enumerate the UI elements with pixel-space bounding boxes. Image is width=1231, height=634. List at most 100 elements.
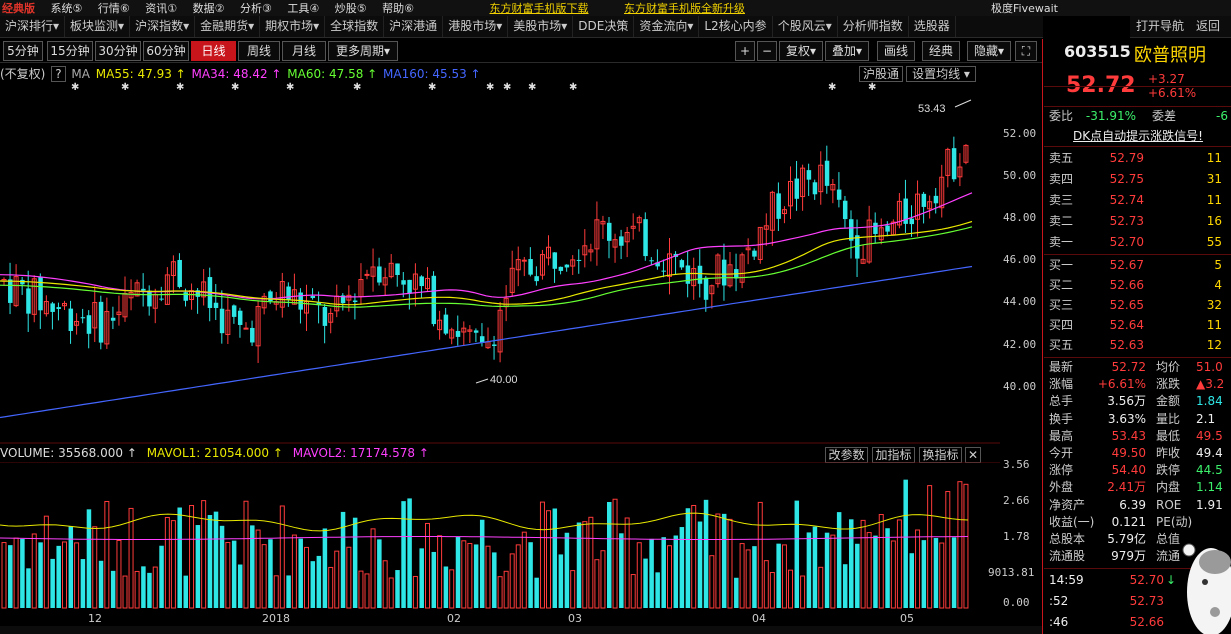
volume-bar	[685, 508, 691, 608]
menu-item[interactable]: 系统⑤	[45, 0, 89, 16]
period-daily[interactable]: 日线	[191, 41, 236, 61]
period-weekly[interactable]: 周线	[238, 41, 280, 61]
help-icon[interactable]: ?	[51, 66, 66, 82]
volume-bar	[612, 498, 618, 609]
volume-tick: 2.66	[1003, 494, 1030, 507]
period-30min[interactable]: 30分钟	[95, 41, 141, 61]
nav-item[interactable]: 资金流向▾	[634, 16, 700, 37]
bid-label: 买五	[1049, 338, 1074, 352]
period-monthly[interactable]: 月线	[282, 41, 326, 61]
bid-level[interactable]: 买三 52.65 32	[1044, 296, 1231, 314]
period-5min[interactable]: 5分钟	[3, 41, 43, 61]
bid-level[interactable]: 买四 52.64 11	[1044, 316, 1231, 334]
nav-item[interactable]: 全球指数	[325, 16, 385, 37]
volume-bar	[927, 485, 933, 609]
nav-item[interactable]: 金融期货▾	[195, 16, 261, 37]
zoom-out-button[interactable]: −	[757, 41, 777, 61]
nav-item[interactable]: 美股市场▾	[508, 16, 574, 37]
candle-body	[431, 275, 437, 325]
stat-label: 总股本	[1049, 532, 1086, 546]
bid-level[interactable]: 买五 52.63 12	[1044, 336, 1231, 354]
nav-item[interactable]: 期权市场▾	[260, 16, 326, 37]
separator	[1044, 357, 1231, 358]
volume-bar	[38, 542, 43, 608]
candle-body	[183, 292, 188, 301]
candle-body	[836, 189, 842, 200]
nav-item[interactable]: L2核心内参	[699, 16, 773, 37]
ask-level[interactable]: 卖五 52.79 11	[1044, 149, 1231, 167]
menu-item[interactable]: 分析③	[234, 0, 278, 16]
menu-item[interactable]: 帮助⑥	[376, 0, 420, 16]
candle-body	[50, 303, 55, 312]
adjust-dropdown[interactable]: 复权▾	[779, 41, 823, 61]
candlestick-chart[interactable]: ✱ ✱ ✱ ✱ ✱ ✱ ✱ ✱ ✱ ✱ ✱ ✱ ✱ 53.43 40.00	[0, 82, 1000, 444]
promo-link[interactable]: 东方财富手机版全新升级	[618, 0, 751, 16]
ma-settings-button[interactable]: 设置均线 ▾	[906, 66, 976, 82]
nav-item[interactable]: 分析师指数	[838, 16, 909, 37]
nav-item[interactable]: DDE决策	[573, 16, 635, 37]
volume-chart[interactable]	[0, 462, 1000, 610]
indicator-tab-bar[interactable]	[0, 626, 1043, 634]
period-15min[interactable]: 15分钟	[47, 41, 93, 61]
volume-bar	[909, 553, 914, 608]
nav-item[interactable]: 沪深排行▾	[0, 16, 66, 37]
bid-level[interactable]: 买一 52.67 5	[1044, 256, 1231, 274]
date-tick: 04	[752, 612, 766, 625]
stat-value-2: 51.0	[1196, 360, 1223, 374]
menu-item[interactable]: 炒股⑤	[329, 0, 373, 16]
volume-bar	[885, 528, 890, 608]
ask-level[interactable]: 卖二 52.73 16	[1044, 212, 1231, 230]
stat-value: 53.43	[1111, 428, 1146, 443]
ask-level[interactable]: 卖三 52.74 11	[1044, 191, 1231, 209]
nav-item[interactable]: 沪深指数▾	[130, 16, 196, 37]
nav-item[interactable]: 板块监测▾	[65, 16, 131, 37]
ask-level[interactable]: 卖四 52.75 31	[1044, 170, 1231, 188]
switch-indicator-button[interactable]: 换指标	[919, 447, 962, 463]
zoom-in-button[interactable]: +	[735, 41, 755, 61]
bid-price: 52.64	[1109, 318, 1144, 332]
index-overlay-button[interactable]: 沪股通	[859, 66, 903, 82]
nav-item[interactable]: 港股市场▾	[443, 16, 509, 37]
high-annotation: 53.43	[918, 99, 972, 115]
candle-body	[455, 330, 461, 337]
promo-link[interactable]: 东方财富手机版下载	[484, 0, 595, 16]
volume-bar	[62, 541, 67, 609]
volume-tick: 3.56	[1003, 458, 1030, 471]
period-60min[interactable]: 60分钟	[143, 41, 189, 61]
menu-item[interactable]: 工具④	[281, 0, 325, 16]
classic-button[interactable]: 经典	[922, 41, 960, 61]
volume-bar	[576, 522, 582, 608]
volume-bar	[122, 575, 128, 609]
stat-label-2: 均价	[1156, 360, 1181, 374]
bid-level[interactable]: 买二 52.66 4	[1044, 276, 1231, 294]
candle-body	[237, 310, 243, 325]
fullscreen-icon[interactable]: ⛶	[1015, 41, 1037, 61]
ask-level[interactable]: 卖一 52.70 55	[1044, 233, 1231, 251]
signal-star-icon: ✱	[353, 82, 361, 93]
user-name[interactable]: 极度Fivewait	[985, 0, 1064, 16]
nav-item[interactable]: 选股器	[909, 16, 956, 37]
candle-body	[310, 295, 316, 299]
open-nav-button[interactable]: 打开导航	[1130, 16, 1190, 37]
add-indicator-button[interactable]: 加指标	[872, 447, 915, 463]
volume-bar	[715, 513, 721, 609]
overlay-dropdown[interactable]: 叠加▾	[825, 41, 869, 61]
menu-item[interactable]: 数据②	[187, 0, 231, 16]
menu-item[interactable]: 资讯①	[139, 0, 183, 16]
signal-promo-link[interactable]: DK点自动提示涨跌信号!	[1048, 127, 1228, 144]
ask-price: 52.74	[1109, 193, 1144, 207]
nav-item[interactable]: 个股风云▾	[773, 16, 838, 37]
back-button[interactable]: 返回	[1190, 16, 1226, 37]
stat-row: 换手 3.63% 量比 2.1	[1044, 411, 1231, 428]
draw-line-button[interactable]: 画线	[877, 41, 915, 61]
nav-item[interactable]: 沪深港通	[384, 16, 444, 37]
volume-bar	[655, 572, 660, 608]
volume-bar	[183, 575, 188, 608]
period-more-dropdown[interactable]: 更多周期▾	[328, 41, 398, 61]
hide-dropdown[interactable]: 隐藏▾	[967, 41, 1011, 61]
close-indicator-icon[interactable]: ✕	[965, 447, 981, 463]
volume-bar	[116, 539, 122, 609]
edit-params-button[interactable]: 改参数	[825, 447, 868, 463]
volume-bar	[407, 498, 412, 608]
menu-item[interactable]: 行情⑥	[92, 0, 136, 16]
